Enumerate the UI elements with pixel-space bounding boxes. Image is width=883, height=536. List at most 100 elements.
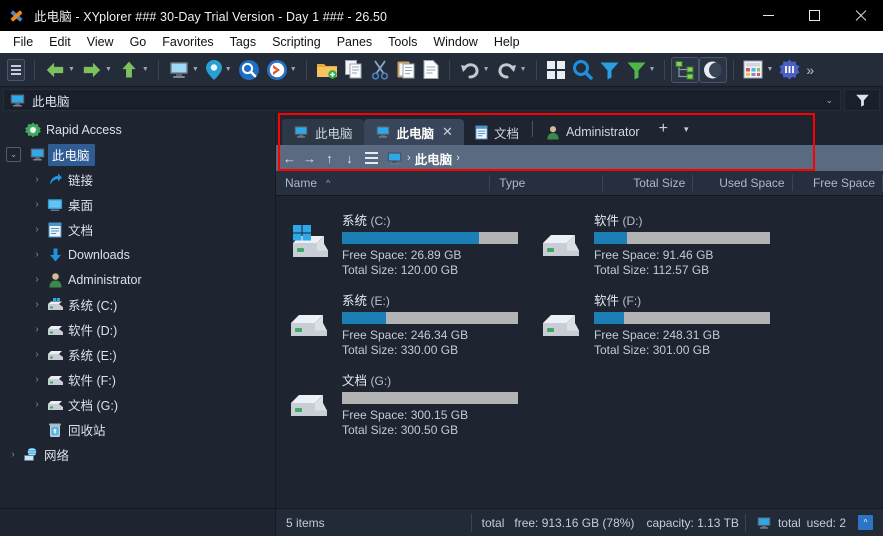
chevron-down-icon[interactable]: ▼ [105,66,112,73]
filter-box[interactable] [844,89,880,111]
expander-icon[interactable]: › [30,374,44,385]
chevron-down-icon[interactable]: ▼ [483,66,490,73]
tree-item-this-pc[interactable]: ⌄ 此电脑 [0,142,275,167]
tab-list-dropdown[interactable]: ▾ [676,124,697,135]
paste-button[interactable] [393,56,419,84]
menu-toggle-button[interactable] [4,56,28,84]
overflow-button[interactable]: » [803,56,817,84]
expand-collapse-box[interactable]: ⌄ [6,147,21,162]
new-tab-button[interactable]: + [651,121,676,137]
status-badge[interactable]: ^ [858,515,873,530]
expander-icon[interactable]: › [30,324,44,335]
expander-icon[interactable]: › [30,299,44,310]
breadcrumb-separator[interactable]: › [456,152,460,164]
tree-item-drive-g[interactable]: › 文档 (G:) [0,392,275,417]
minimize-button[interactable] [745,0,791,31]
menu-edit[interactable]: Edit [41,33,79,51]
tree-item-desktop[interactable]: › 桌面 [0,192,275,217]
tree-item-drive-f[interactable]: › 软件 (F:) [0,367,275,392]
column-header-used-space[interactable]: Used Space [693,171,792,195]
find-files-button[interactable] [235,56,263,84]
chevron-down-icon[interactable]: ▼ [142,66,149,73]
tag-button[interactable] [776,56,803,84]
tree-item-administrator[interactable]: › Administrator [0,267,275,292]
maximize-button[interactable] [791,0,837,31]
crumb-forward-button[interactable]: → [300,147,319,169]
drive-tile-f[interactable]: 软件 (F:) Free Space: 248.31 GB Total Size… [528,284,780,364]
chevron-down-icon[interactable]: ⌄ [825,95,835,106]
expander-icon[interactable]: › [30,349,44,360]
menu-favorites[interactable]: Favorites [154,33,221,51]
tree-item-recycle-bin[interactable]: 回收站 [0,417,275,442]
filter-green-button[interactable]: ▼ [623,56,659,84]
cut-button[interactable] [367,56,393,84]
copy-button[interactable] [341,56,367,84]
drive-tile-g[interactable]: 文档 (G:) Free Space: 300.15 GB Total Size… [276,364,528,444]
view-mode-button[interactable] [543,56,569,84]
drive-tile-c[interactable]: 系统 (C:) Free Space: 26.89 GB Total Size:… [276,204,528,284]
tree-item-rapid-access[interactable]: Rapid Access [0,117,275,142]
tab-documents[interactable]: 文档 [464,119,530,145]
menu-help[interactable]: Help [486,33,528,51]
menu-panes[interactable]: Panes [329,33,380,51]
column-header-total-size[interactable]: Total Size [603,171,693,195]
location-button[interactable]: ▼ [202,56,235,84]
go-to-button[interactable]: ▼ [263,56,300,84]
tree-item-drive-e[interactable]: › 系统 (E:) [0,342,275,367]
menu-file[interactable]: File [5,33,41,51]
address-input[interactable]: 此电脑 ⌄ [3,89,841,111]
expander-icon[interactable]: › [30,274,44,285]
tree-item-links[interactable]: › 链接 [0,167,275,192]
forward-button[interactable]: ▼ [78,56,115,84]
drive-tile-e[interactable]: 系统 (E:) Free Space: 246.34 GB Total Size… [276,284,528,364]
breadcrumb-path[interactable]: 此电脑 [412,149,456,168]
chevron-down-icon[interactable]: ▼ [192,66,199,73]
tree-item-drive-c[interactable]: › 系统 (C:) [0,292,275,317]
column-header-type[interactable]: Type [490,171,603,195]
expander-icon[interactable]: › [30,399,44,410]
menu-view[interactable]: View [79,33,122,51]
chevron-down-icon[interactable]: ▼ [520,66,527,73]
menu-window[interactable]: Window [425,33,485,51]
menu-go[interactable]: Go [122,33,155,51]
up-button[interactable]: ▼ [115,56,152,84]
breadcrumb-root[interactable] [383,151,406,166]
menu-tools[interactable]: Tools [380,33,425,51]
undo-button[interactable]: ▼ [456,56,493,84]
redo-button[interactable]: ▼ [493,56,530,84]
close-button[interactable] [837,0,883,31]
tree-item-downloads[interactable]: › Downloads [0,242,275,267]
menu-tags[interactable]: Tags [222,33,264,51]
color-filters-button[interactable]: ▼ [740,56,776,84]
menu-scripting[interactable]: Scripting [264,33,329,51]
close-icon[interactable]: ✕ [442,124,453,140]
filter-blue-button[interactable] [596,56,623,84]
computer-button[interactable]: ▼ [165,56,202,84]
drive-tile-d[interactable]: 软件 (D:) Free Space: 91.46 GB Total Size:… [528,204,780,284]
chevron-down-icon[interactable]: ▼ [225,66,232,73]
chevron-down-icon[interactable]: ▼ [766,66,773,73]
file-list[interactable]: 系统 (C:) Free Space: 26.89 GB Total Size:… [276,196,883,508]
breadcrumb-separator[interactable]: › [407,152,411,164]
chevron-down-icon[interactable]: ▼ [68,66,75,73]
tree-item-network[interactable]: › 网络 [0,442,275,467]
crumb-back-button[interactable]: ← [280,147,299,169]
crumb-down-button[interactable]: ↓ [340,147,359,169]
hamburger-icon[interactable] [360,147,382,169]
expander-icon[interactable]: › [30,224,44,235]
chevron-down-icon[interactable]: ▼ [290,66,297,73]
expander-icon[interactable]: › [30,199,44,210]
tab-administrator[interactable]: Administrator [535,119,651,145]
expander-icon[interactable]: › [30,249,44,260]
tree-item-documents[interactable]: › 文档 [0,217,275,242]
search-button[interactable] [569,56,596,84]
back-button[interactable]: ▼ [41,56,78,84]
folder-tree[interactable]: Rapid Access ⌄ 此电脑 › [0,113,276,508]
tab-this-pc-2[interactable]: 此电脑 ✕ [364,119,464,145]
tree-item-drive-d[interactable]: › 软件 (D:) [0,317,275,342]
column-header-name[interactable]: Name ^ [276,171,490,195]
expander-icon[interactable]: › [6,449,20,460]
chevron-down-icon[interactable]: ▼ [649,66,656,73]
new-folder-button[interactable] [313,56,341,84]
branch-view-button[interactable] [671,57,699,83]
